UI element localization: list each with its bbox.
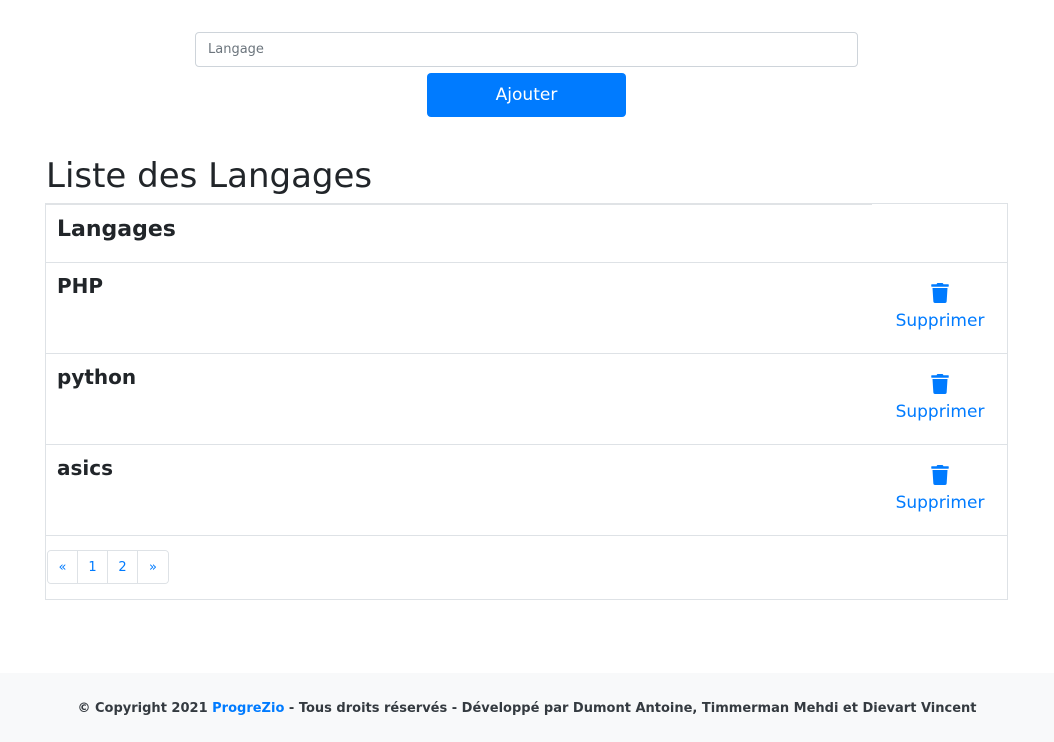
trash-icon xyxy=(931,465,949,485)
list-item: PHP Supprimer xyxy=(46,263,1007,354)
delete-label: Supprimer xyxy=(895,311,985,331)
pagination-page-2[interactable]: 2 xyxy=(108,551,138,583)
delete-label: Supprimer xyxy=(895,493,985,513)
delete-button[interactable]: Supprimer xyxy=(890,374,990,428)
delete-button[interactable]: Supprimer xyxy=(890,465,990,519)
list-item: python Supprimer xyxy=(46,354,1007,445)
list-item: asics Supprimer xyxy=(46,445,1007,536)
language-name: PHP xyxy=(57,274,104,298)
list-header-label: Langages xyxy=(57,217,176,242)
copyright-text: © Copyright 2021 xyxy=(77,701,208,716)
language-name: asics xyxy=(57,456,114,480)
page: Ajouter Liste des Langages Langages PHP … xyxy=(0,0,1054,742)
pagination-next[interactable]: » xyxy=(138,551,168,583)
brand-link[interactable]: ProgreZio xyxy=(212,701,284,716)
language-input[interactable] xyxy=(195,32,858,67)
credits-text: - Tous droits réservés - Développé par D… xyxy=(288,701,977,716)
pagination: « 1 2 » xyxy=(47,550,169,584)
languages-card: Langages PHP Supprimer python Supprimer … xyxy=(45,203,1008,600)
page-title: Liste des Langages xyxy=(46,156,373,196)
trash-icon xyxy=(931,374,949,394)
trash-icon xyxy=(931,283,949,303)
delete-label: Supprimer xyxy=(895,402,985,422)
delete-button[interactable]: Supprimer xyxy=(890,283,990,337)
footer: © Copyright 2021 ProgreZio - Tous droits… xyxy=(0,673,1054,742)
language-name: python xyxy=(57,365,137,389)
add-button[interactable]: Ajouter xyxy=(427,73,626,117)
footer-text: © Copyright 2021 ProgreZio - Tous droits… xyxy=(0,701,1054,716)
pagination-page-1[interactable]: 1 xyxy=(78,551,108,583)
list-header: Langages xyxy=(46,204,1007,263)
pagination-prev[interactable]: « xyxy=(48,551,78,583)
